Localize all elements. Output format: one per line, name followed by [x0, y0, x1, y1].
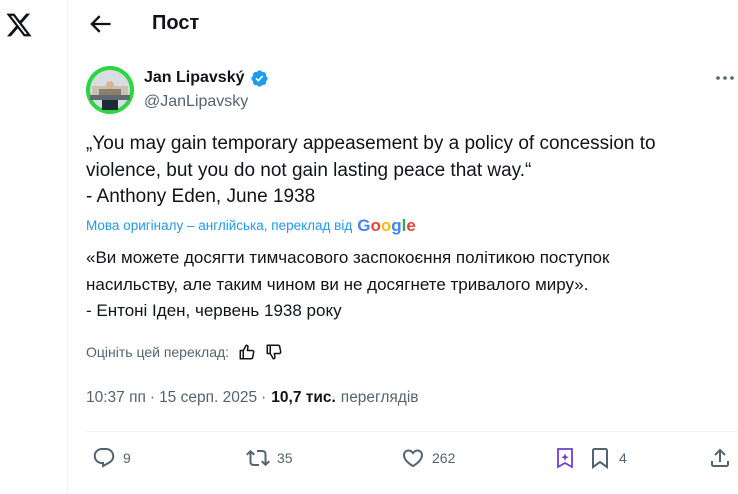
- translated-line: «Ви можете досягти тимчасового заспокоєн…: [86, 248, 610, 267]
- reply-count: 9: [123, 450, 131, 466]
- avatar[interactable]: [86, 66, 134, 114]
- repost-count: 35: [277, 450, 293, 466]
- reply-icon: [93, 448, 115, 468]
- back-arrow-icon[interactable]: [86, 10, 114, 38]
- share-icon: [711, 448, 729, 467]
- like-button[interactable]: 262: [401, 446, 455, 470]
- topbar: Пост: [68, 0, 738, 48]
- author-name[interactable]: Jan Lipavský: [144, 68, 245, 88]
- reply-button[interactable]: 9: [92, 446, 131, 470]
- x-logo-icon[interactable]: [4, 11, 34, 39]
- translated-line: - Ентоні Іден, червень 1938 року: [86, 301, 342, 320]
- post-column: Пост Jan Lipavský @JanLipavsky „You may …: [68, 0, 738, 494]
- translated-text: «Ви можете досягти тимчасового заспокоєн…: [86, 245, 726, 325]
- tweet-line: „You may gain temporary appeasement by a…: [86, 133, 656, 154]
- views-count: 10,7 тис.: [271, 389, 336, 406]
- tweet-date[interactable]: 15 серп. 2025: [159, 388, 257, 408]
- meta-separator: ·: [261, 389, 267, 406]
- avatar-image: [86, 66, 134, 114]
- translated-line: насильству, але таким чином ви не досягн…: [86, 274, 589, 294]
- grok-button[interactable]: [553, 446, 577, 470]
- bookmark-count: 4: [619, 450, 627, 466]
- google-logo: Google: [357, 216, 416, 235]
- views-label: переглядів: [340, 389, 419, 406]
- translation-note[interactable]: Мова оригіналу – англійська, переклад ві…: [86, 217, 416, 235]
- share-button[interactable]: [708, 446, 732, 470]
- more-icon[interactable]: [714, 68, 736, 88]
- page-title: Пост: [152, 12, 200, 34]
- rate-translation-label: Оцініть цей переклад:: [86, 344, 230, 360]
- verified-badge-icon: [251, 70, 268, 87]
- grok-icon: [557, 448, 573, 469]
- author-handle[interactable]: @JanLipavsky: [144, 92, 248, 112]
- tweet-line: - Anthony Eden, June 1938: [86, 186, 316, 207]
- divider: [86, 431, 738, 432]
- rate-translation: Оцініть цей переклад:: [86, 343, 283, 361]
- bookmark-icon: [592, 448, 608, 469]
- left-rail: [0, 0, 68, 494]
- like-count: 262: [432, 450, 456, 466]
- thumbs-down-icon[interactable]: [265, 343, 283, 361]
- thumbs-up-icon[interactable]: [238, 343, 256, 361]
- translation-note-text: Мова оригіналу – англійська, переклад ві…: [86, 218, 353, 233]
- tweet-line: violence, but you do not gain lasting pe…: [86, 159, 532, 181]
- meta-separator: ·: [149, 389, 156, 406]
- bookmark-button[interactable]: 4: [588, 446, 627, 470]
- tweet-text: „You may gain temporary appeasement by a…: [86, 131, 726, 211]
- like-icon: [402, 449, 424, 468]
- tweet-time[interactable]: 10:37 пп: [86, 388, 146, 408]
- tweet-metadata: 10:37 пп · 15 серп. 2025 · 10,7 тис. пер…: [86, 388, 419, 408]
- repost-button[interactable]: 35: [246, 446, 293, 470]
- repost-icon: [246, 449, 270, 467]
